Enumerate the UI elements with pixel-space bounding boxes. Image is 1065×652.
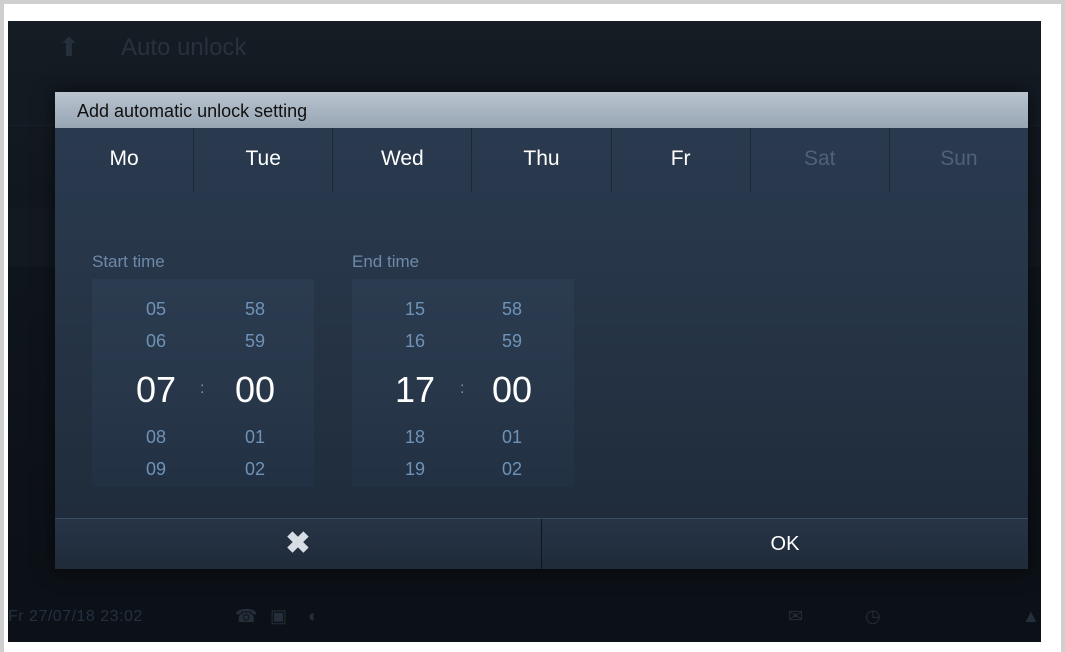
day-toggle-sat[interactable]: Sat [751, 128, 890, 192]
background-header: ⬆ Auto unlock [8, 21, 1041, 76]
end-minute-option[interactable]: 58 [482, 299, 542, 320]
day-toggle-mo[interactable]: Mo [55, 128, 195, 192]
start-minute-option[interactable]: 59 [225, 331, 285, 352]
start-hour-option[interactable]: 09 [126, 459, 186, 480]
end-hour-selected[interactable]: 17 [375, 369, 455, 411]
cancel-button[interactable]: ✖ [55, 519, 541, 569]
start-hour-wheel[interactable]: 05 06 07 08 09 [126, 279, 186, 487]
end-minute-selected[interactable]: 00 [472, 369, 552, 411]
end-minute-option[interactable]: 59 [482, 331, 542, 352]
background-title: Auto unlock [121, 34, 247, 61]
bell-icon: ▲ [1022, 606, 1040, 626]
end-time-label: End time [352, 252, 420, 271]
mute-icon: ☎ [235, 606, 258, 626]
end-hour-wheel[interactable]: 15 16 17 18 19 [385, 279, 445, 487]
weekday-selector: Mo Tue Wed Thu Fr Sat Sun [55, 128, 1028, 192]
end-minute-option[interactable]: 01 [482, 427, 542, 448]
unlock-icon: ◐ [308, 606, 319, 626]
end-time-separator: : [460, 380, 465, 397]
monitor-icon: ▣ [270, 606, 288, 626]
status-bar: Fr 27/07/18 23:02 ☎ ▣ ◐ ✉ ◷ ▲ [8, 592, 1041, 642]
back-arrow-icon: ⬆ [58, 32, 80, 62]
message-icon: ✉ [788, 606, 804, 626]
clock-icon: ◷ [865, 606, 881, 626]
day-toggle-sun[interactable]: Sun [890, 128, 1028, 192]
start-minute-wheel[interactable]: 58 59 00 01 02 [225, 279, 285, 487]
end-minute-option[interactable]: 02 [482, 459, 542, 480]
end-minute-wheel[interactable]: 58 59 00 01 02 [482, 279, 542, 487]
ok-button[interactable]: OK [541, 519, 1028, 569]
start-hour-option[interactable]: 06 [126, 331, 186, 352]
auto-unlock-dialog: Add automatic unlock setting Mo Tue Wed … [55, 92, 1028, 569]
start-hour-selected[interactable]: 07 [116, 369, 196, 411]
screen: ⬆ Auto unlock Fr 27/07/18 23:02 ☎ ▣ ◐ ✉ … [8, 21, 1041, 642]
day-toggle-tue[interactable]: Tue [194, 128, 334, 192]
end-time-picker: 15 16 17 18 19 : 58 59 00 01 02 [352, 279, 574, 487]
start-minute-selected[interactable]: 00 [215, 369, 295, 411]
close-icon: ✖ [285, 527, 311, 560]
dialog-actions: ✖ OK [55, 518, 1028, 569]
end-hour-option[interactable]: 18 [385, 427, 445, 448]
start-minute-option[interactable]: 01 [225, 427, 285, 448]
day-toggle-wed[interactable]: Wed [333, 128, 473, 192]
end-hour-option[interactable]: 19 [385, 459, 445, 480]
start-time-picker: 05 06 07 08 09 : 58 59 00 01 02 [92, 279, 314, 487]
end-hour-option[interactable]: 15 [385, 299, 445, 320]
start-time-label: Start time [92, 252, 165, 271]
start-minute-option[interactable]: 58 [225, 299, 285, 320]
status-datetime: Fr 27/07/18 23:02 [8, 608, 143, 625]
dialog-title: Add automatic unlock setting [55, 92, 1028, 128]
start-hour-option[interactable]: 05 [126, 299, 186, 320]
end-hour-option[interactable]: 16 [385, 331, 445, 352]
start-minute-option[interactable]: 02 [225, 459, 285, 480]
start-hour-option[interactable]: 08 [126, 427, 186, 448]
day-toggle-fr[interactable]: Fr [612, 128, 751, 192]
start-time-separator: : [200, 380, 205, 397]
day-toggle-thu[interactable]: Thu [472, 128, 612, 192]
